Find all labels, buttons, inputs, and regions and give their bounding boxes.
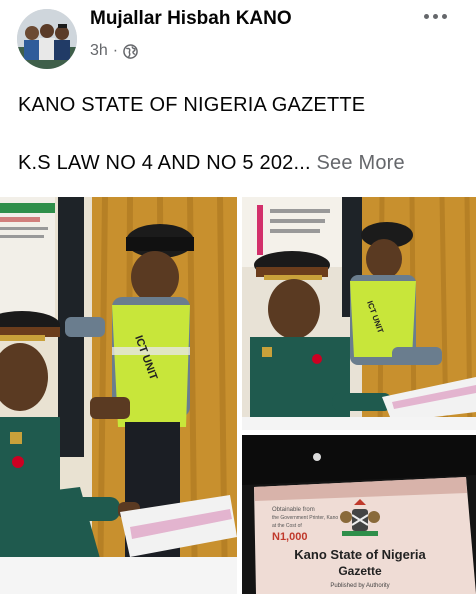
post-text-line-1: KANO STATE OF NIGERIA GAZETTE: [18, 94, 366, 116]
gazette-title: Kano State of Nigeria: [294, 547, 426, 562]
see-more-link[interactable]: See More: [317, 152, 405, 174]
photo-2[interactable]: ICT UNIT: [242, 197, 476, 430]
gazette-price: N1,000: [272, 531, 307, 543]
photo-1[interactable]: ICT UNIT: [0, 197, 237, 594]
meta-separator: ·: [112, 42, 119, 59]
more-options-icon[interactable]: [424, 14, 447, 19]
post-meta: 3h ·: [90, 42, 138, 60]
post-text-line-2: K.S LAW NO 4 AND NO 5 202... See More: [18, 152, 405, 175]
gazette-title-2: Gazette: [338, 564, 382, 578]
gazette-cost-label: at the Cost of: [272, 523, 302, 529]
gazette-subtitle: Published by Authority: [330, 583, 389, 589]
author-avatar[interactable]: [17, 9, 77, 69]
photo-3[interactable]: Obtainable from the Government Printer, …: [242, 435, 476, 594]
author-name[interactable]: Mujallar Hisbah KANO: [90, 8, 292, 30]
post-time[interactable]: 3h: [90, 42, 108, 60]
post-text-truncated: K.S LAW NO 4 AND NO 5 202...: [18, 152, 311, 174]
avatar-image: [17, 9, 77, 69]
post-header: Mujallar Hisbah KANO 3h ·: [0, 0, 476, 80]
globe-icon: [123, 43, 138, 59]
gazette-printer: the Government Printer, Kano: [272, 515, 338, 521]
gazette-obtainable: Obtainable from: [272, 507, 315, 513]
